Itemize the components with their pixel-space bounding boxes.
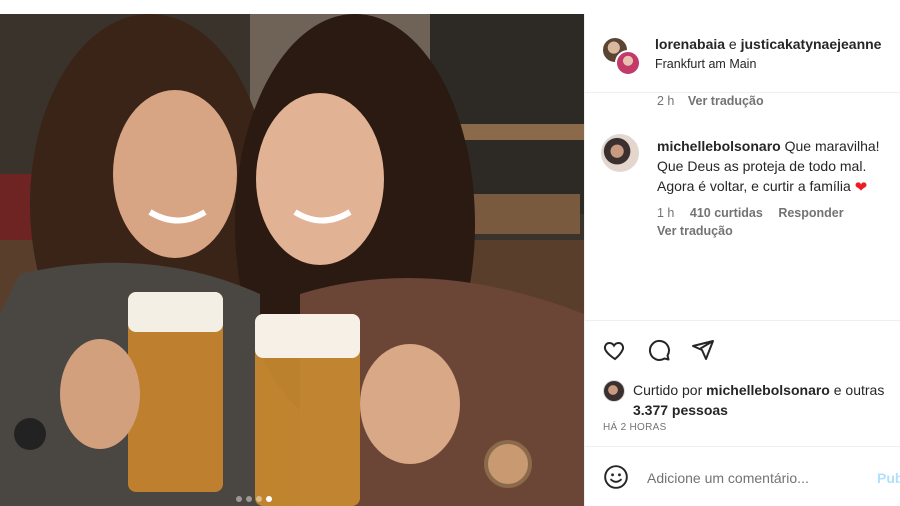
comment-translate-link[interactable]: Ver tradução <box>657 224 733 238</box>
comment-meta: 1 h 410 curtidas Responder <box>657 206 856 220</box>
carousel-dot-active[interactable] <box>266 496 272 502</box>
location-link[interactable]: Frankfurt am Main <box>655 57 756 71</box>
comment-icon <box>648 339 670 361</box>
comment-username[interactable]: michellebolsonaro <box>657 138 781 154</box>
red-heart-emoji-icon: ❤ <box>854 179 868 196</box>
comment-likes[interactable]: 410 curtidas <box>690 206 763 220</box>
divider <box>585 92 900 93</box>
publish-button[interactable]: Pub <box>877 470 900 486</box>
post-sidebar: lorenabaia e justicakatynaejeanne Frankf… <box>584 14 900 506</box>
reply-button[interactable]: Responder <box>778 206 843 220</box>
heart-icon <box>603 341 625 361</box>
comment-avatar[interactable] <box>601 134 639 172</box>
comment-input[interactable]: Adicione um comentário... <box>647 470 809 486</box>
share-button[interactable] <box>689 336 717 364</box>
likes-count[interactable]: 3.377 pessoas <box>633 402 728 418</box>
divider <box>585 320 900 321</box>
emoji-icon[interactable] <box>603 464 629 490</box>
carousel-dots <box>236 496 272 502</box>
carousel-dot[interactable] <box>246 496 252 502</box>
photo-illustration <box>0 14 584 506</box>
likes-suffix[interactable]: e outras <box>834 382 885 398</box>
comment-time: 1 h <box>657 206 675 220</box>
carousel-dot[interactable] <box>256 496 262 502</box>
comment-button[interactable] <box>645 336 673 364</box>
username-link[interactable]: lorenabaia <box>655 36 725 52</box>
translate-link[interactable]: Ver tradução <box>688 94 764 108</box>
liker-username[interactable]: michellebolsonaro <box>706 382 830 398</box>
post-actions <box>601 336 717 364</box>
caption-meta: 2 h Ver tradução <box>657 94 764 108</box>
liker-avatar[interactable] <box>603 380 625 402</box>
joiner-text: e <box>728 36 737 52</box>
comment-body: michellebolsonaro Que maravilha! Que Deu… <box>657 136 895 198</box>
divider <box>585 446 900 447</box>
carousel-dot[interactable] <box>236 496 242 502</box>
likes-prefix: Curtido por <box>633 382 703 398</box>
post-header: lorenabaia e justicakatynaejeanne Frankf… <box>585 14 900 96</box>
caption-time: 2 h <box>657 94 675 108</box>
post-timestamp: HÁ 2 HORAS <box>603 422 667 433</box>
header-usernames: lorenabaia e justicakatynaejeanne <box>655 36 881 52</box>
likes-summary: Curtido por michellebolsonaro e outras <box>633 382 884 398</box>
avatar <box>615 50 641 76</box>
collab-avatars[interactable] <box>601 36 641 76</box>
like-button[interactable] <box>601 336 629 364</box>
username-link[interactable]: justicakatynaejeanne <box>741 36 882 52</box>
share-icon <box>692 340 714 360</box>
post-photo[interactable] <box>0 14 584 506</box>
